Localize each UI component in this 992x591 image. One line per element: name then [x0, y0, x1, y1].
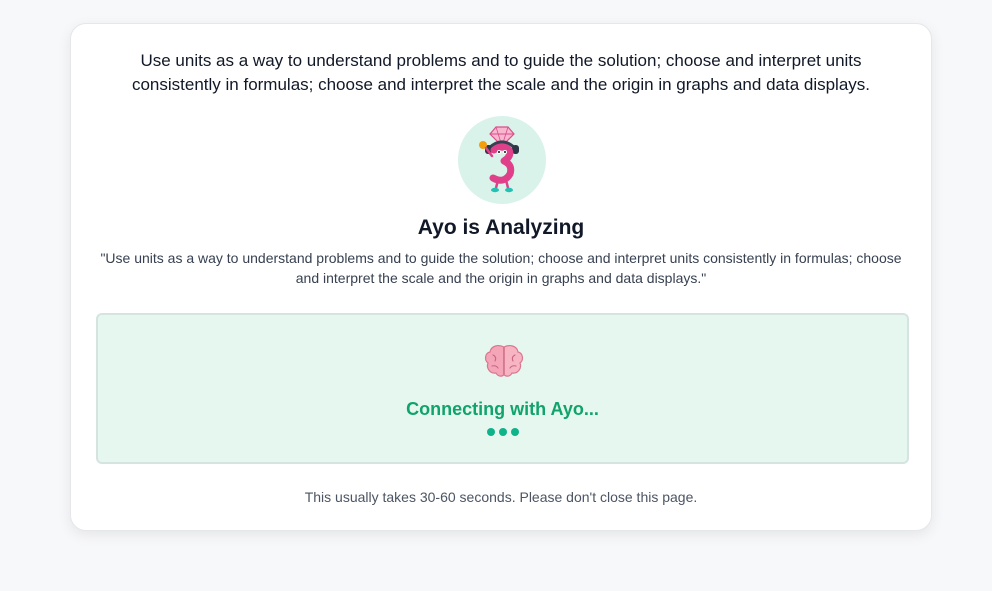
analysis-card: Use units as a way to understand problem… — [70, 23, 932, 531]
brain-icon — [484, 343, 524, 379]
standard-quote: "Use units as a way to understand proble… — [100, 250, 902, 286]
loading-dot — [510, 428, 519, 436]
wait-note: This usually takes 30-60 seconds. Please… — [304, 489, 698, 505]
page-title: Ayo is Analyzing — [417, 216, 585, 239]
loading-dot — [486, 428, 495, 436]
status-panel: Connecting with Ayo... — [96, 313, 909, 464]
loading-dot — [498, 428, 507, 436]
loading-dots — [98, 428, 907, 436]
standard-text: Use units as a way to understand problem… — [131, 51, 871, 94]
status-text: Connecting with Ayo... — [406, 399, 599, 419]
ayo-mascot-icon — [458, 116, 546, 204]
